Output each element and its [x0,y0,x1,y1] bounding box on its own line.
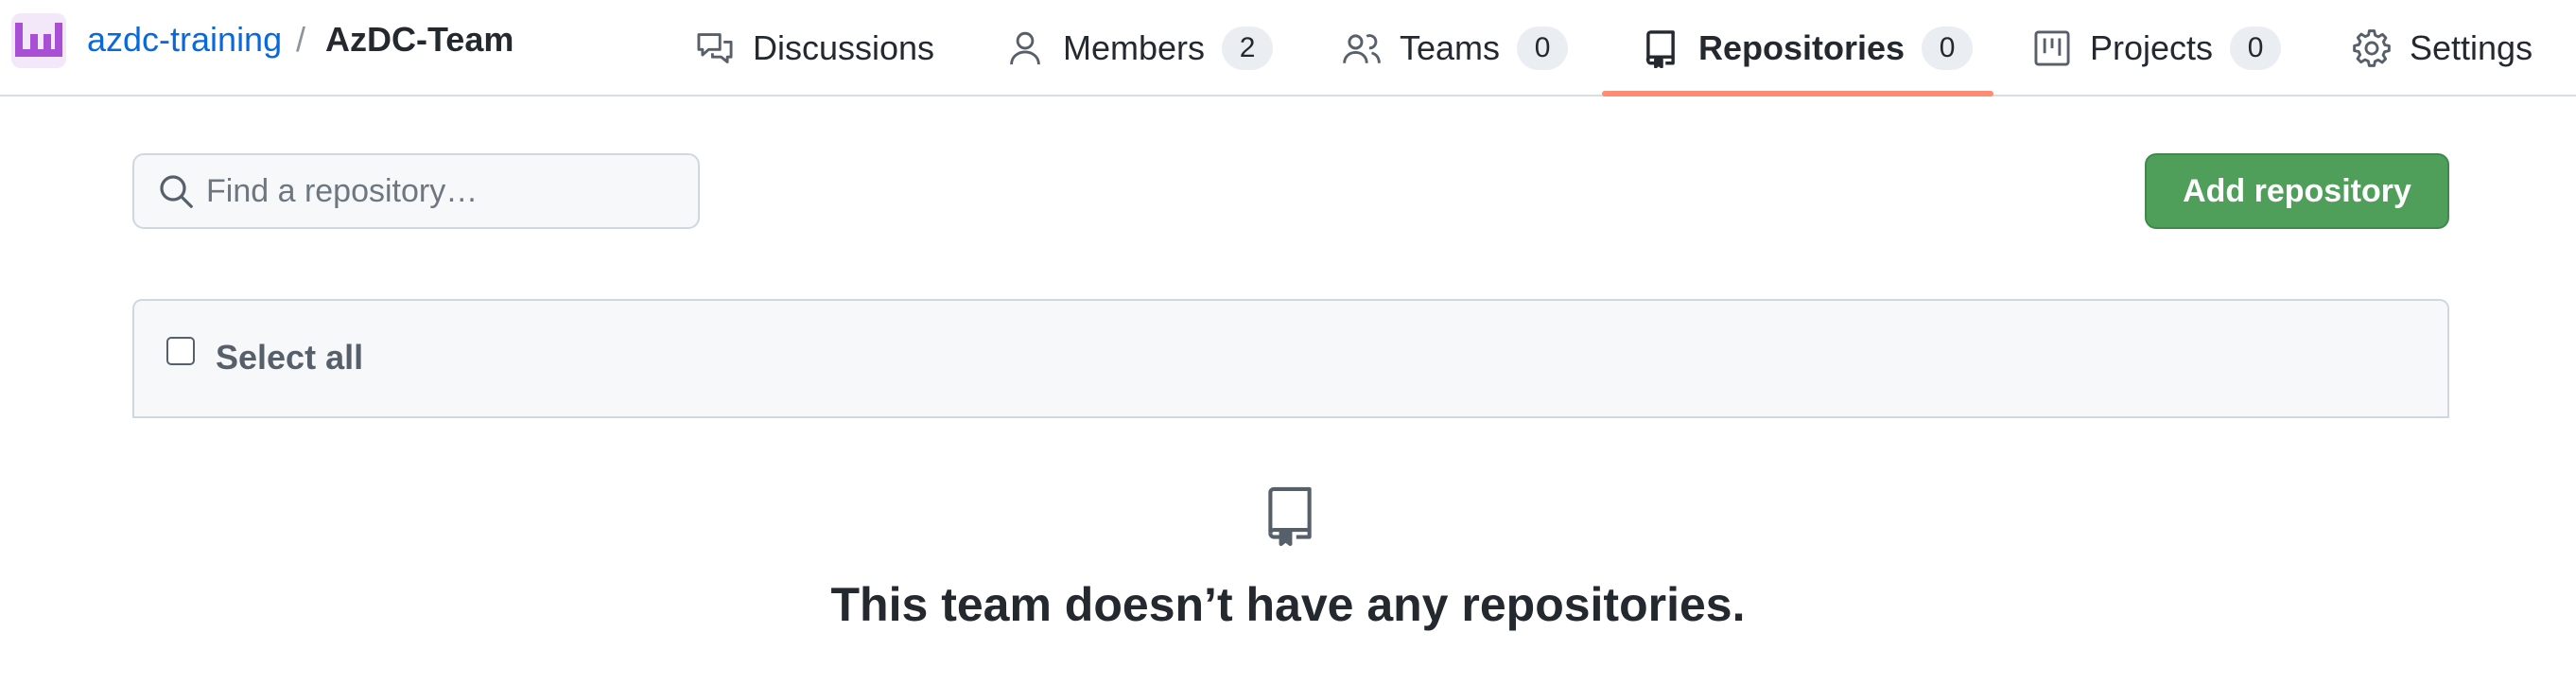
repositories-count-badge: 0 [1922,26,1974,70]
repo-icon [1262,484,1318,547]
tab-label: Projects [2090,28,2214,67]
search-icon [157,170,199,212]
members-count-badge: 2 [1222,26,1274,70]
people-icon [1341,27,1383,69]
project-icon [2031,27,2073,69]
tab-discussions[interactable]: Discussions [694,0,934,97]
repository-list-header: Select all [132,299,2449,418]
tab-teams[interactable]: Teams 0 [1341,0,1569,97]
tab-label: Settings [2410,28,2533,67]
tab-label: Teams [1400,28,1501,67]
breadcrumb-org-link[interactable]: azdc-training [87,19,282,61]
selected-tab-underline [1602,91,1993,97]
tab-label: Repositories [1698,28,1906,67]
org-avatar[interactable] [11,13,66,68]
team-header: azdc-training / AzDC-Team Discussions Me… [0,0,2576,97]
select-all-label[interactable]: Select all [216,337,363,378]
tab-label: Discussions [753,28,935,67]
add-repository-button[interactable]: Add repository [2145,153,2449,229]
select-all-checkbox[interactable] [166,337,195,365]
repository-search[interactable] [132,153,700,229]
breadcrumb-separator: / [296,20,306,59]
org-logo-icon [11,13,66,68]
empty-state-title: This team doesn’t have any repositories. [830,578,1746,631]
breadcrumb-team-name[interactable]: AzDC-Team [325,19,513,61]
projects-count-badge: 0 [2230,26,2282,70]
comment-discussion-icon [694,27,736,69]
tab-label: Members [1063,28,1206,67]
search-input[interactable] [206,172,679,210]
tab-settings[interactable]: Settings [2351,0,2532,97]
tab-repositories[interactable]: Repositories 0 [1640,0,1974,97]
tab-members[interactable]: Members 2 [1004,0,1274,97]
repo-icon [1640,27,1681,69]
tab-projects[interactable]: Projects 0 [2031,0,2282,97]
person-icon [1004,27,1046,69]
teams-count-badge: 0 [1517,26,1569,70]
gear-icon [2351,27,2393,69]
